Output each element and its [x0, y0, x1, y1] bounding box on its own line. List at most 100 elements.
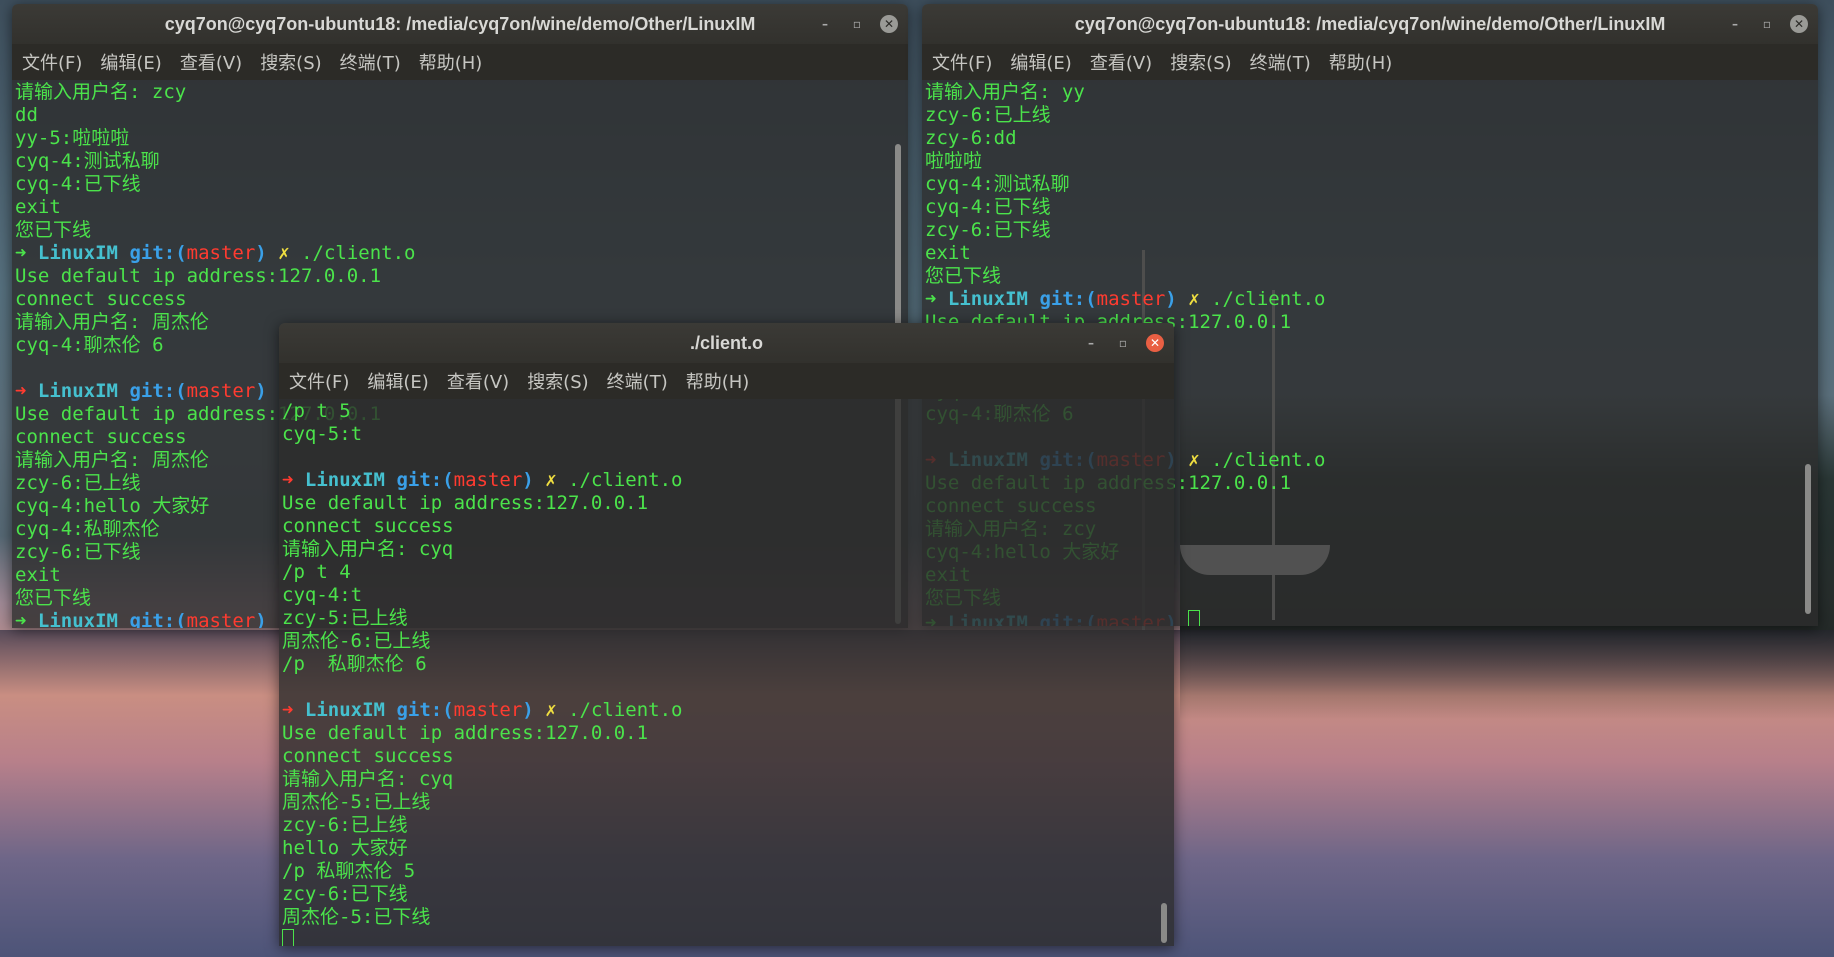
menu-view[interactable]: 查看(V): [180, 49, 242, 75]
prompt-git-label: git:(: [396, 469, 454, 491]
output-text: yy-5:啦啦啦: [15, 127, 130, 149]
output-line: zcy-5:已上线: [282, 607, 1160, 630]
prompt-arrow-icon: ➜: [15, 380, 27, 402]
command-text: ./client.o: [1211, 288, 1326, 310]
prompt-git-branch: master: [186, 610, 256, 628]
output-text: 您已下线: [15, 587, 92, 609]
prompt-git-close: ): [255, 242, 267, 264]
prompt-arrow-icon: ➜: [282, 469, 294, 491]
text-cursor: [1188, 610, 1201, 626]
prompt-directory: LinuxIM: [947, 288, 1028, 310]
minimize-icon[interactable]: –: [1726, 15, 1744, 33]
maximize-icon[interactable]: ▫: [1114, 334, 1132, 352]
prompt-git-label: git:(: [396, 699, 454, 721]
prompt-line: ➜ LinuxIM git:(master) ✗ ./client.o: [925, 288, 1804, 311]
output-text: /p t 5: [282, 400, 351, 422]
command-text: ./client.o: [568, 469, 683, 491]
output-text: exit: [15, 564, 61, 586]
prompt-directory: LinuxIM: [37, 610, 118, 628]
command-text: ./client.o: [1211, 449, 1326, 471]
output-line: 周杰伦-5:已上线: [282, 791, 1160, 814]
menu-help[interactable]: 帮助(H): [419, 49, 483, 75]
menu-terminal[interactable]: 终端(T): [1250, 49, 1311, 75]
output-text: 您已下线: [925, 265, 1002, 287]
menu-search[interactable]: 搜索(S): [260, 49, 321, 75]
close-icon[interactable]: ✕: [880, 15, 898, 33]
menu-file[interactable]: 文件(F): [289, 368, 349, 394]
output-text: Use default ip address:127.0.0.1: [15, 265, 382, 287]
titlebar[interactable]: cyq7on@cyq7on-ubuntu18: /media/cyq7on/wi…: [922, 4, 1818, 44]
prompt-git-label: git:(: [1039, 288, 1097, 310]
prompt-git-label: git:(: [129, 242, 187, 264]
maximize-icon[interactable]: ▫: [848, 15, 866, 33]
menu-view[interactable]: 查看(V): [1090, 49, 1152, 75]
titlebar[interactable]: cyq7on@cyq7on-ubuntu18: /media/cyq7on/wi…: [12, 4, 908, 44]
output-text: cyq-4:聊杰伦 6: [15, 334, 164, 356]
output-line: Use default ip address:127.0.0.1: [282, 492, 1160, 515]
menu-edit[interactable]: 编辑(E): [367, 368, 428, 394]
output-line: zcy-6:dd: [925, 127, 1804, 150]
menu-file[interactable]: 文件(F): [22, 49, 82, 75]
output-line: yy-5:啦啦啦: [15, 127, 894, 150]
scrollbar-thumb[interactable]: [1161, 903, 1167, 943]
output-text: zcy-6:已上线: [925, 104, 1051, 126]
menu-terminal[interactable]: 终端(T): [607, 368, 668, 394]
terminal-window-center[interactable]: ./client.o – ▫ ✕ 文件(F) 编辑(E) 查看(V) 搜索(S)…: [279, 323, 1174, 946]
prompt-git-branch: master: [186, 380, 256, 402]
minimize-icon[interactable]: –: [1082, 334, 1100, 352]
output-text: 请输入用户名: cyq: [282, 768, 454, 790]
menu-help[interactable]: 帮助(H): [686, 368, 750, 394]
command-text: ./client.o: [301, 242, 416, 264]
output-text: 请输入用户名: zcy: [15, 81, 187, 103]
output-text: 周杰伦-6:已上线: [282, 630, 431, 652]
output-text: cyq-4:私聊杰伦: [15, 518, 160, 540]
output-line: cyq-4:测试私聊: [925, 173, 1804, 196]
prompt-directory: LinuxIM: [304, 699, 385, 721]
output-text: 请输入用户名: cyq: [282, 538, 454, 560]
output-text: zcy-6:dd: [925, 127, 1017, 149]
menu-edit[interactable]: 编辑(E): [100, 49, 161, 75]
output-text: cyq-5:t: [282, 423, 363, 445]
dirty-mark-icon: ✗: [1188, 288, 1200, 310]
output-line: exit: [925, 242, 1804, 265]
menu-file[interactable]: 文件(F): [932, 49, 992, 75]
output-line: zcy-6:已上线: [282, 814, 1160, 837]
output-text: exit: [15, 196, 61, 218]
output-line: hello 大家好: [282, 837, 1160, 860]
scrollbar-thumb[interactable]: [1805, 464, 1811, 614]
output-text: cyq-4:t: [282, 584, 363, 606]
menu-search[interactable]: 搜索(S): [1170, 49, 1231, 75]
menu-edit[interactable]: 编辑(E): [1010, 49, 1071, 75]
terminal-output[interactable]: /p t 5 cyq-5:t ➜ LinuxIM git:(master) ✗ ./…: [279, 399, 1174, 946]
close-icon[interactable]: ✕: [1790, 15, 1808, 33]
output-line: [282, 929, 1160, 946]
menu-search[interactable]: 搜索(S): [527, 368, 588, 394]
output-text: zcy-6:已下线: [282, 883, 408, 905]
output-text: /p t 4: [282, 561, 351, 583]
output-text: connect success: [15, 426, 187, 448]
scrollbar[interactable]: [1160, 403, 1168, 943]
prompt-arrow-icon: ➜: [15, 242, 27, 264]
maximize-icon[interactable]: ▫: [1758, 15, 1776, 33]
output-text: cyq-4:测试私聊: [925, 173, 1070, 195]
output-line: cyq-4:测试私聊: [15, 150, 894, 173]
dirty-mark-icon: ✗: [278, 242, 290, 264]
window-title: cyq7on@cyq7on-ubuntu18: /media/cyq7on/wi…: [164, 13, 756, 34]
output-text: zcy-6:已下线: [15, 541, 141, 563]
close-icon[interactable]: ✕: [1146, 334, 1164, 352]
scrollbar[interactable]: [1804, 84, 1812, 620]
menu-terminal[interactable]: 终端(T): [340, 49, 401, 75]
output-text: Use default ip address:127.0.0.1: [282, 722, 649, 744]
minimize-icon[interactable]: –: [816, 15, 834, 33]
titlebar[interactable]: ./client.o – ▫ ✕: [279, 323, 1174, 363]
prompt-line: ➜ LinuxIM git:(master) ✗ ./client.o: [282, 469, 1160, 492]
prompt-arrow-icon: ➜: [282, 699, 294, 721]
menu-help[interactable]: 帮助(H): [1329, 49, 1393, 75]
prompt-git-close: ): [522, 469, 534, 491]
menu-view[interactable]: 查看(V): [447, 368, 509, 394]
output-text: 请输入用户名: yy: [925, 81, 1085, 103]
output-text: connect success: [15, 288, 187, 310]
output-line: 周杰伦-6:已上线: [282, 630, 1160, 653]
